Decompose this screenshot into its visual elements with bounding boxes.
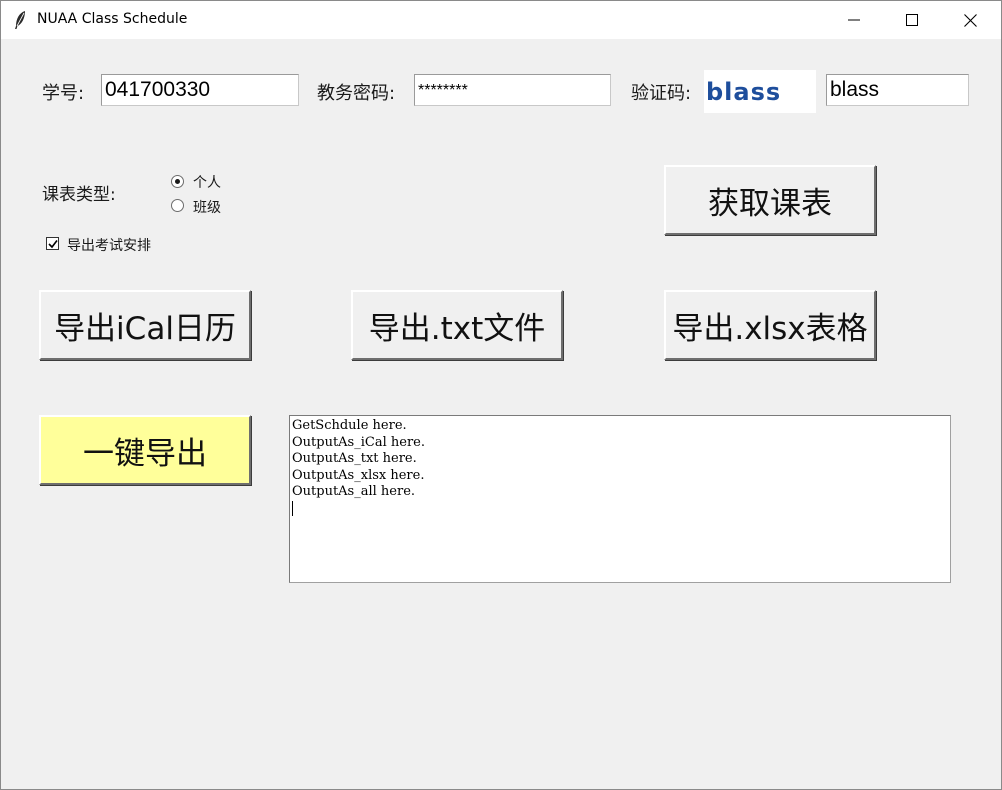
get-schedule-button[interactable]: 获取课表 [664,165,876,235]
text-caret [292,500,293,516]
student-id-label: 学号: [42,83,85,104]
log-line: OutputAs_txt here. [292,451,417,466]
maximize-button[interactable] [883,1,941,39]
radio-personal-label: 个人 [193,175,221,191]
log-line: OutputAs_iCal here. [292,434,425,450]
maximize-icon [906,14,918,26]
radio-class[interactable] [171,199,184,212]
password-input[interactable] [414,74,611,106]
feather-icon [15,11,25,29]
app-window: NUAA Class Schedule 学号: 教务密码: 验证码: blass… [0,0,1002,790]
log-line: GetSchdule here. [292,418,407,433]
log-line: OutputAs_all here. [292,484,416,499]
window-title: NUAA Class Schedule [37,11,188,27]
minimize-icon [848,19,860,21]
client-area: 学号: 教务密码: 验证码: blass 课表类型: 个人 班级 导出考试安排 … [1,39,1001,789]
export-txt-button[interactable]: 导出.txt文件 [351,290,563,360]
close-icon [963,13,977,27]
schedule-type-label: 课表类型: [42,185,116,205]
log-line: OutputAs_xlsx here. [292,467,425,483]
export-exam-checkbox[interactable] [46,237,59,250]
checkmark-icon [47,239,58,248]
password-label: 教务密码: [317,83,396,104]
title-bar[interactable]: NUAA Class Schedule [1,1,1001,39]
captcha-input[interactable] [826,74,969,106]
close-button[interactable] [941,1,999,39]
captcha-image[interactable]: blass [704,70,816,113]
export-exam-label: 导出考试安排 [67,238,151,254]
captcha-image-text: blass [706,77,782,106]
export-ical-button[interactable]: 导出iCal日历 [39,290,251,360]
export-all-button[interactable]: 一键导出 [39,415,251,485]
log-textbox[interactable]: GetSchdule here. OutputAs_iCal here. Out… [289,415,951,583]
radio-personal[interactable] [171,175,184,188]
radio-class-label: 班级 [193,200,221,216]
captcha-label: 验证码: [631,83,692,104]
export-xlsx-button[interactable]: 导出.xlsx表格 [664,290,876,360]
minimize-button[interactable] [825,1,883,39]
student-id-input[interactable] [101,74,299,106]
